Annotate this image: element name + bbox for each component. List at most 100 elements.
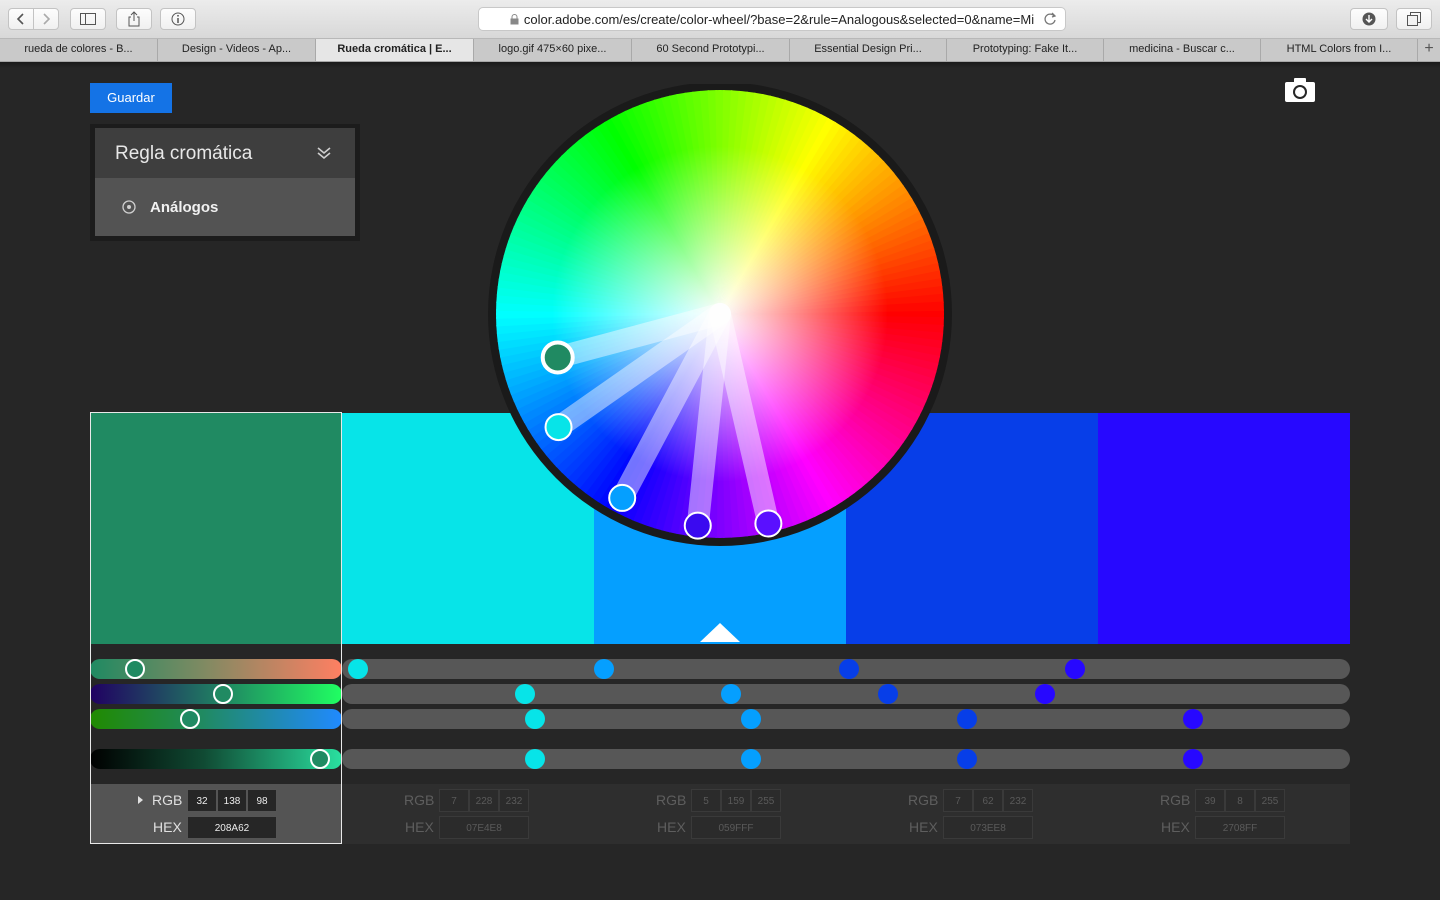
downloads-button[interactable] xyxy=(1350,8,1388,30)
color-swatch[interactable] xyxy=(1098,413,1350,644)
expand-caret-icon[interactable] xyxy=(138,796,143,804)
toolbar-shadow xyxy=(0,62,1440,68)
forward-button[interactable] xyxy=(33,8,59,30)
color-rule-panel: Regla cromática Análogos xyxy=(90,124,360,241)
tabs-overview-icon xyxy=(1407,12,1421,26)
chevron-right-icon xyxy=(43,13,51,25)
slider-knob[interactable] xyxy=(593,659,614,679)
rgb-g-field[interactable]: 159 xyxy=(721,789,751,812)
wheel-handle[interactable] xyxy=(754,509,783,538)
back-button[interactable] xyxy=(8,8,34,30)
reader-info-button[interactable] xyxy=(160,8,196,30)
tab-item[interactable]: 60 Second Prototypi... xyxy=(632,39,790,61)
rgb-r-field[interactable]: 7 xyxy=(943,789,973,812)
slider-knob[interactable] xyxy=(524,709,545,729)
slider-knob[interactable] xyxy=(740,709,761,729)
rgb-r-field[interactable]: 39 xyxy=(1195,789,1225,812)
rgb-label: RGB xyxy=(152,792,183,808)
hex-field[interactable]: 073EE8 xyxy=(943,816,1033,839)
hex-label: HEX xyxy=(909,819,938,835)
slider-knob[interactable] xyxy=(1064,659,1085,679)
slider-knob[interactable] xyxy=(956,749,977,769)
color-values-block: RGB HEX 7 228 232 07E4E8 xyxy=(342,784,594,844)
hex-field[interactable]: 07E4E8 xyxy=(439,816,529,839)
new-tab-button[interactable]: + xyxy=(1418,39,1440,61)
lock-icon xyxy=(510,13,519,24)
hex-label: HEX xyxy=(153,819,182,835)
blue-slider[interactable] xyxy=(90,709,342,729)
tab-bar: rueda de colores - B... Design - Videos … xyxy=(0,39,1440,62)
color-values-block: RGB HEX 39 8 255 2708FF xyxy=(1098,784,1350,844)
tab-item[interactable]: HTML Colors from I... xyxy=(1261,39,1418,61)
color-values-block: RGB HEX 32 138 98 208A62 xyxy=(90,784,342,844)
color-swatch[interactable] xyxy=(90,413,342,644)
rgb-g-field[interactable]: 228 xyxy=(469,789,499,812)
camera-icon[interactable] xyxy=(1285,78,1315,102)
rgb-label: RGB xyxy=(908,792,939,808)
tab-item[interactable]: Design - Videos - Ap... xyxy=(158,39,316,61)
tab-item[interactable]: Prototyping: Fake It... xyxy=(947,39,1104,61)
color-rule-title: Regla cromática xyxy=(115,143,253,164)
tab-item[interactable]: medicina - Buscar c... xyxy=(1104,39,1261,61)
rgb-r-field[interactable]: 5 xyxy=(691,789,721,812)
slider-knob[interactable] xyxy=(839,659,859,679)
hex-field[interactable]: 059FFF xyxy=(691,816,781,839)
rgb-label: RGB xyxy=(1160,792,1191,808)
tab-item[interactable]: logo.gif 475×60 pixe... xyxy=(474,39,632,61)
base-color-marker xyxy=(700,623,740,642)
rgb-label: RGB xyxy=(404,792,435,808)
info-icon xyxy=(171,12,185,26)
color-values-block: RGB HEX 5 159 255 059FFF xyxy=(594,784,846,844)
color-wheel[interactable] xyxy=(486,82,954,552)
slider-track xyxy=(342,684,1350,704)
rgb-b-field[interactable]: 98 xyxy=(247,789,277,812)
color-values: RGB HEX 32 138 98 208A62 RGB HEX 7 228 2… xyxy=(90,784,1350,844)
browser-toolbar: color.adobe.com/es/create/color-wheel/?b… xyxy=(0,0,1440,39)
rgb-b-field[interactable]: 255 xyxy=(1255,789,1285,812)
rgb-b-field[interactable]: 232 xyxy=(499,789,529,812)
slider-knob[interactable] xyxy=(956,709,977,729)
slider-knob-selected[interactable] xyxy=(124,659,145,679)
wheel-handle[interactable] xyxy=(683,511,712,540)
tab-item-active[interactable]: Rueda cromática | E... xyxy=(316,39,474,61)
share-icon xyxy=(128,11,140,27)
tab-item[interactable]: Essential Design Pri... xyxy=(790,39,947,61)
slider-knob[interactable] xyxy=(524,749,545,769)
rgb-r-field[interactable]: 32 xyxy=(187,789,217,812)
slider-knob[interactable] xyxy=(1182,709,1203,729)
color-values-block: RGB HEX 7 62 232 073EE8 xyxy=(846,784,1098,844)
hex-field[interactable]: 208A62 xyxy=(187,816,277,839)
wheel-handle[interactable] xyxy=(608,483,637,512)
sidebar-button[interactable] xyxy=(70,8,106,30)
rgb-b-field[interactable]: 255 xyxy=(751,789,781,812)
chevron-double-down-icon xyxy=(317,147,331,160)
color-rule-option[interactable]: Análogos xyxy=(95,178,355,236)
rgb-r-field[interactable]: 7 xyxy=(439,789,469,812)
rgb-g-field[interactable]: 62 xyxy=(973,789,1003,812)
color-rule-option-label: Análogos xyxy=(150,199,219,216)
slider-knob[interactable] xyxy=(514,684,535,704)
tabs-overview-button[interactable] xyxy=(1396,8,1432,30)
hex-field[interactable]: 2708FF xyxy=(1195,816,1285,839)
color-rule-dropdown[interactable]: Regla cromática xyxy=(95,128,355,178)
save-button[interactable]: Guardar xyxy=(90,83,172,113)
hex-label: HEX xyxy=(405,819,434,835)
rgb-g-field[interactable]: 8 xyxy=(1225,789,1255,812)
slider-knob[interactable] xyxy=(740,749,761,769)
wheel-handle[interactable] xyxy=(544,413,573,442)
chevron-left-icon xyxy=(16,13,24,25)
share-button[interactable] xyxy=(116,8,152,30)
slider-knob[interactable] xyxy=(1182,749,1203,769)
brightness-slider[interactable] xyxy=(90,749,342,769)
slider-knob[interactable] xyxy=(348,659,368,679)
rgb-b-field[interactable]: 232 xyxy=(1003,789,1033,812)
hex-label: HEX xyxy=(1161,819,1190,835)
slider-knob-selected[interactable] xyxy=(212,684,233,704)
rgb-label: RGB xyxy=(656,792,687,808)
download-icon xyxy=(1362,12,1376,26)
wheel-handle-selected[interactable] xyxy=(540,340,575,375)
address-bar[interactable]: color.adobe.com/es/create/color-wheel/?b… xyxy=(478,7,1066,31)
reload-icon[interactable] xyxy=(1043,12,1057,26)
tab-item[interactable]: rueda de colores - B... xyxy=(0,39,158,61)
rgb-g-field[interactable]: 138 xyxy=(217,789,247,812)
